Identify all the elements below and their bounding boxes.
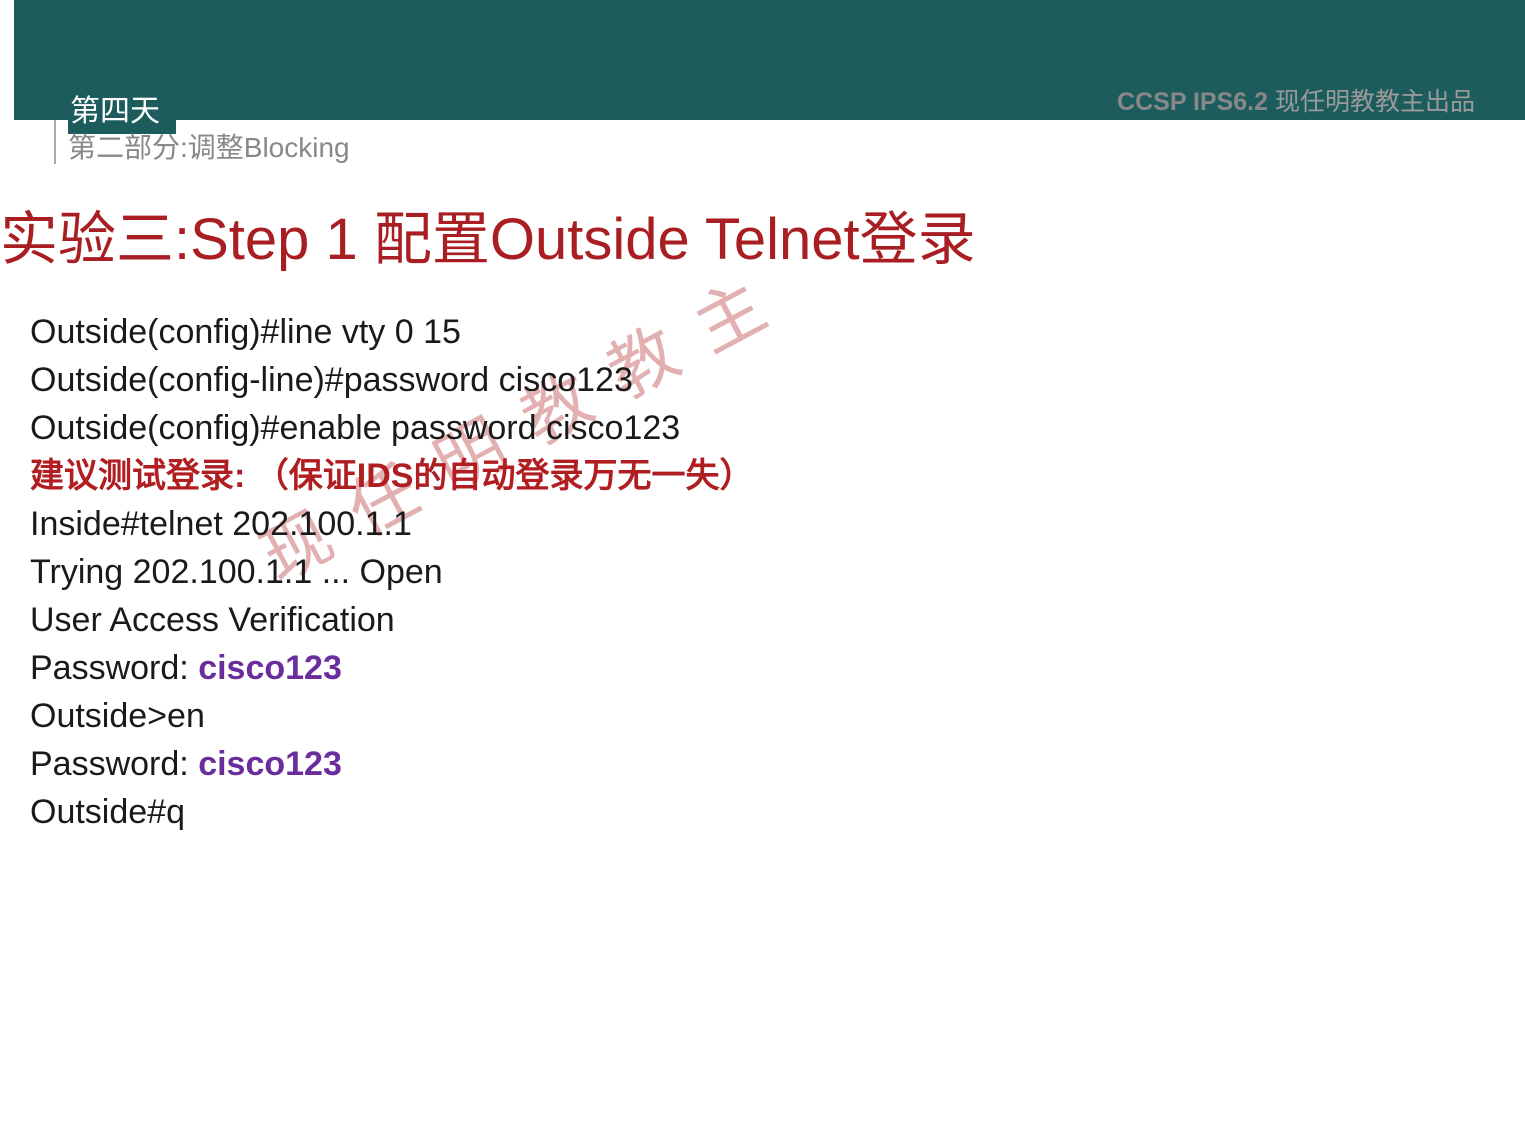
password-label-1: Password: <box>30 649 198 687</box>
content-block: Outside(config)#line vty 0 15 Outside(co… <box>30 308 753 836</box>
password-label-2: Password: <box>30 745 198 783</box>
config-line-3: Outside(config)#enable password cisco123 <box>30 404 753 452</box>
config-line-2: Outside(config-line)#password cisco123 <box>30 356 753 404</box>
telnet-line-2: Trying 202.100.1.1 ... Open <box>30 548 753 596</box>
slide: 第四天 第二部分:调整Blocking CCSP IPS6.2 现任明教教主出品… <box>0 0 1525 1143</box>
quit-line: Outside#q <box>30 788 753 836</box>
password-value-2: cisco123 <box>198 745 342 783</box>
telnet-line-3: User Access Verification <box>30 596 753 644</box>
config-line-1: Outside(config)#line vty 0 15 <box>30 308 753 356</box>
password-line-2: Password: cisco123 <box>30 740 753 788</box>
header-author: 现任明教教主出品 <box>1268 88 1475 116</box>
enable-line: Outside>en <box>30 692 753 740</box>
header-right-text: CCSP IPS6.2 现任明教教主出品 <box>1117 82 1475 118</box>
password-line-1: Password: cisco123 <box>30 644 753 692</box>
advice-line: 建议测试登录: （保证IDS的自动登录万无一失） <box>30 452 753 500</box>
password-value-1: cisco123 <box>198 649 342 687</box>
telnet-line-1: Inside#telnet 202.100.1.1 <box>30 500 753 548</box>
header-vertical-line <box>54 120 56 164</box>
header-subtitle: 第二部分:调整Blocking <box>68 126 350 166</box>
header-course-code: CCSP IPS6.2 <box>1117 88 1268 116</box>
slide-title: 实验三:Step 1 配置Outside Telnet登录 <box>0 192 976 276</box>
